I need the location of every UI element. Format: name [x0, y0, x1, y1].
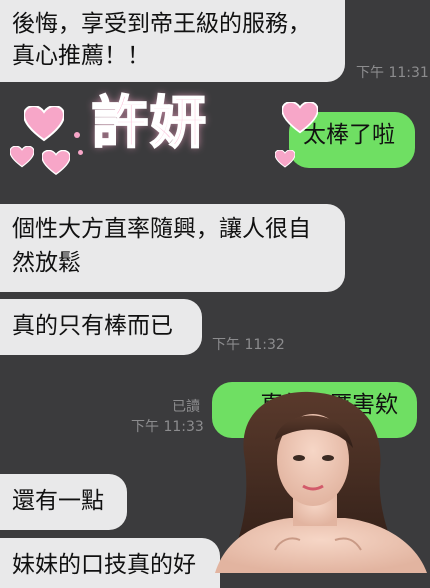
- heart-icon: [42, 150, 70, 176]
- message-text: 妹妹的口技真的好: [12, 552, 196, 578]
- message-bubble-incoming[interactable]: 個性大方直率隨興，讓人很自然放鬆: [0, 204, 345, 292]
- message-time: 下午 11:33: [131, 419, 204, 435]
- message-time: 下午 11:32: [212, 337, 285, 353]
- overlay-title: 許妍: [91, 91, 208, 157]
- heart-icon: [275, 150, 295, 168]
- heart-icon: [282, 102, 318, 134]
- message-bubble-incoming[interactable]: 真的只有棒而已: [0, 299, 202, 355]
- message-text: 還有一點: [12, 488, 104, 514]
- read-receipt: 已讀: [172, 399, 200, 415]
- dot-decoration: [78, 150, 83, 155]
- message-bubble-incoming[interactable]: 後悔，享受到帝王級的服務，真心推薦！！: [0, 0, 345, 82]
- dot-decoration: [74, 132, 80, 138]
- portrait-photo: [215, 391, 427, 573]
- heart-icon: [24, 106, 64, 142]
- message-text: 後悔，享受到帝王級的服務，真心推薦！！: [12, 11, 311, 69]
- message-time: 下午 11:31: [356, 65, 429, 81]
- message-bubble-incoming[interactable]: 還有一點: [0, 474, 127, 530]
- heart-icon: [10, 146, 34, 168]
- message-bubble-incoming[interactable]: 妹妹的口技真的好: [0, 538, 220, 588]
- message-text: 個性大方直率隨興，讓人很自然放鬆: [12, 216, 311, 276]
- message-text: 真的只有棒而已: [12, 313, 173, 339]
